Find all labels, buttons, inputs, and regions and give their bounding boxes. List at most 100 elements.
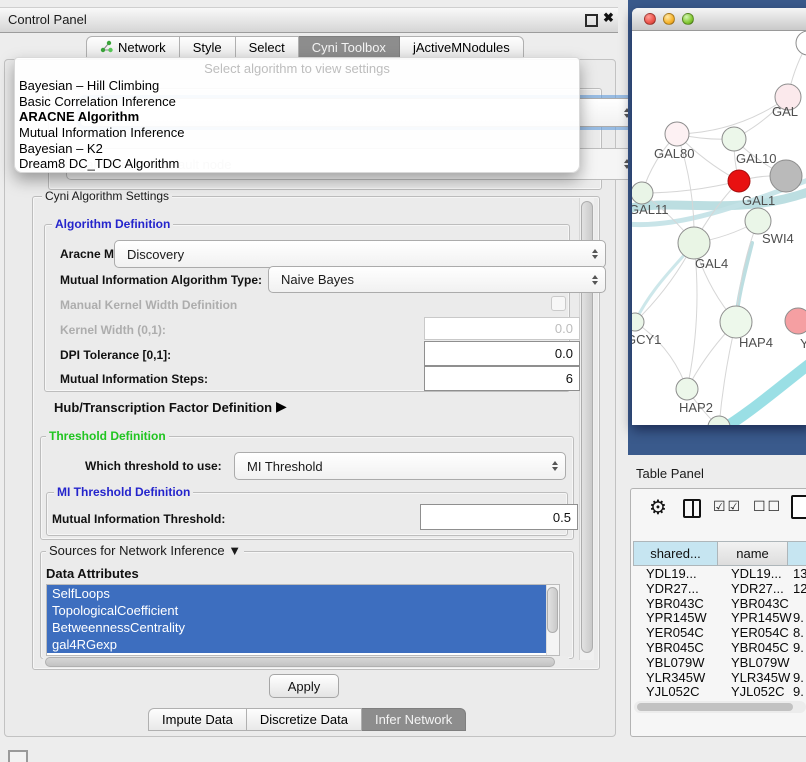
tab-network[interactable]: Network: [86, 36, 180, 59]
node-label: HAP2: [679, 400, 713, 415]
cyni-bottom-tab-bar: Impute DataDiscretize DataInfer Network: [148, 708, 466, 731]
data-attributes-list: SelfLoopsTopologicalCoefficientBetweenne…: [46, 584, 560, 656]
collapse-arrow-icon[interactable]: ▼: [228, 543, 241, 558]
table-row[interactable]: YLR345WYLR345W9.: [633, 671, 806, 686]
cell: YJL052C: [731, 685, 784, 700]
table-header-row: shared...nameA: [633, 541, 806, 566]
table-row[interactable]: YJL052CYJL052C9.: [633, 685, 806, 700]
dpi-tolerance-field[interactable]: 0.0: [424, 341, 580, 366]
cell: YPR145W: [646, 611, 707, 626]
attribute-item-selfloops[interactable]: SelfLoops: [47, 585, 551, 602]
mi-type-combo[interactable]: Naive Bayes: [268, 266, 606, 293]
table-row[interactable]: YER054CYER054C8.: [633, 626, 806, 641]
table-row[interactable]: YBR045CYBR045C9.: [633, 641, 806, 656]
minimized-panel-icon[interactable]: [8, 750, 28, 762]
algorithm-option-aracne-algorithm[interactable]: ARACNE Algorithm: [15, 109, 579, 125]
cell: YDL19...: [731, 567, 782, 582]
cell: 9.: [793, 611, 804, 626]
cell: YBR045C: [731, 641, 789, 656]
node-gal11[interactable]: [632, 182, 653, 204]
gear-icon[interactable]: ⚙: [649, 497, 667, 519]
document-icon[interactable]: [791, 495, 806, 519]
cell: YBR043C: [646, 597, 704, 612]
manual-kernel-checkbox[interactable]: [551, 296, 566, 311]
aracne-mode-value: Discovery: [127, 247, 184, 262]
attribute-item-betweennesscentrality[interactable]: BetweennessCentrality: [47, 619, 551, 636]
combo-spinner-icon: [592, 249, 598, 259]
node-gal4[interactable]: [678, 227, 710, 259]
algorithm-list: Bayesian – Hill ClimbingBasic Correlatio…: [15, 78, 579, 172]
hub-definition-label[interactable]: Hub/Transcription Factor Definition: [54, 400, 272, 415]
attribute-item-topologicalcoefficient[interactable]: TopologicalCoefficient: [47, 602, 551, 619]
column-header-shared[interactable]: shared...: [633, 541, 718, 566]
node-hap2[interactable]: [676, 378, 698, 400]
tab-cyni-toolbox[interactable]: Cyni Toolbox: [299, 36, 400, 59]
node-unlabeled[interactable]: [796, 31, 806, 55]
node-hap4[interactable]: [720, 306, 752, 338]
network-canvas[interactable]: GALGAL80GAL10GAL1GAL11SWI4GAL4GCY1HAP4YH…: [632, 31, 806, 425]
table-panel: ⚙ ☑☑ ☐☐ shared...nameA YDL19...YDL19...1…: [630, 488, 806, 737]
apply-button[interactable]: Apply: [269, 674, 339, 698]
sources-hscrollbar-thumb[interactable]: [45, 657, 555, 667]
table-row[interactable]: YPR145WYPR145W9.: [633, 611, 806, 626]
algorithm-option-bayesian-hill-climbing[interactable]: Bayesian – Hill Climbing: [15, 78, 579, 94]
mi-steps-field[interactable]: 6: [424, 366, 580, 391]
node-unlabeled[interactable]: [770, 160, 802, 192]
aracne-mode-combo[interactable]: Discovery: [114, 240, 606, 268]
threshold-definition-title: Threshold Definition: [46, 430, 169, 442]
deselect-all-checkboxes-icon[interactable]: ☐☐: [753, 498, 782, 515]
mi-threshold-field[interactable]: 0.5: [420, 504, 578, 530]
node-label: GCY1: [632, 332, 661, 347]
close-icon[interactable]: ✖: [603, 11, 614, 24]
table-row[interactable]: YBL079WYBL079W: [633, 656, 806, 671]
edge-ribbon: [716, 359, 806, 425]
cell: 8.: [793, 626, 804, 641]
select-all-checkboxes-icon[interactable]: ☑☑: [713, 498, 742, 515]
tab-style[interactable]: Style: [180, 36, 236, 59]
node-label: GAL80: [654, 146, 694, 161]
network-graph-icon: [100, 40, 113, 56]
kernel-width-field[interactable]: 0.0: [424, 317, 580, 340]
tab-select[interactable]: Select: [236, 36, 299, 59]
tab-impute-data[interactable]: Impute Data: [148, 708, 247, 731]
column-header-a[interactable]: A: [788, 541, 806, 566]
zoom-traffic-light-icon[interactable]: [682, 13, 694, 25]
algorithm-option-dream8-dc-tdc-algorithm[interactable]: Dream8 DC_TDC Algorithm: [15, 156, 579, 172]
minimize-traffic-light-icon[interactable]: [663, 13, 675, 25]
expand-arrow-icon[interactable]: ▶: [276, 398, 287, 415]
table-row[interactable]: YBR043C YBR043C: [633, 597, 806, 612]
which-threshold-combo[interactable]: MI Threshold: [234, 452, 566, 480]
node-unlabeled[interactable]: [708, 416, 730, 425]
cell: YBR043C: [731, 597, 789, 612]
network-window-titlebar[interactable]: [632, 8, 806, 31]
algorithm-option-basic-correlation-inference[interactable]: Basic Correlation Inference: [15, 94, 579, 110]
table-hscrollbar-thumb[interactable]: [637, 703, 793, 711]
table-hscrollbar-track[interactable]: [634, 701, 806, 713]
tab-infer-network[interactable]: Infer Network: [362, 708, 466, 731]
algorithm-option-mutual-information-inference[interactable]: Mutual Information Inference: [15, 125, 579, 141]
cell: YER054C: [731, 626, 789, 641]
table-body: YDL19...YDL19...13YDR27...YDR27...12YBR0…: [633, 567, 806, 701]
node-gal1[interactable]: [728, 170, 750, 192]
close-traffic-light-icon[interactable]: [644, 13, 656, 25]
sources-group-title[interactable]: Sources for Network Inference ▼: [46, 545, 244, 557]
attr-list-scrollbar-thumb[interactable]: [547, 587, 558, 633]
node-gcy1[interactable]: [632, 313, 644, 331]
tab-discretize-data[interactable]: Discretize Data: [247, 708, 362, 731]
column-header-name[interactable]: name: [718, 541, 788, 566]
node-gal80[interactable]: [665, 122, 689, 146]
columns-icon[interactable]: [683, 499, 701, 518]
tab-jactivemnodules[interactable]: jActiveMNodules: [400, 36, 524, 59]
mi-threshold-value: 0.5: [553, 510, 571, 525]
float-window-icon[interactable]: [585, 14, 598, 27]
node-y[interactable]: [785, 308, 806, 334]
network-view-window[interactable]: GALGAL80GAL10GAL1GAL11SWI4GAL4GCY1HAP4YH…: [632, 8, 806, 425]
node-gal10[interactable]: [722, 127, 746, 151]
table-row[interactable]: YDL19...YDL19...13: [633, 567, 806, 582]
tab-label: Style: [193, 40, 222, 55]
cell: 9.: [793, 641, 804, 656]
attribute-item-gal4rgexp[interactable]: gal4RGexp: [47, 636, 551, 653]
algorithm-option-bayesian-k2[interactable]: Bayesian – K2: [15, 141, 579, 157]
table-row[interactable]: YDR27...YDR27...12: [633, 582, 806, 597]
mi-threshold-group-title: MI Threshold Definition: [54, 486, 193, 498]
